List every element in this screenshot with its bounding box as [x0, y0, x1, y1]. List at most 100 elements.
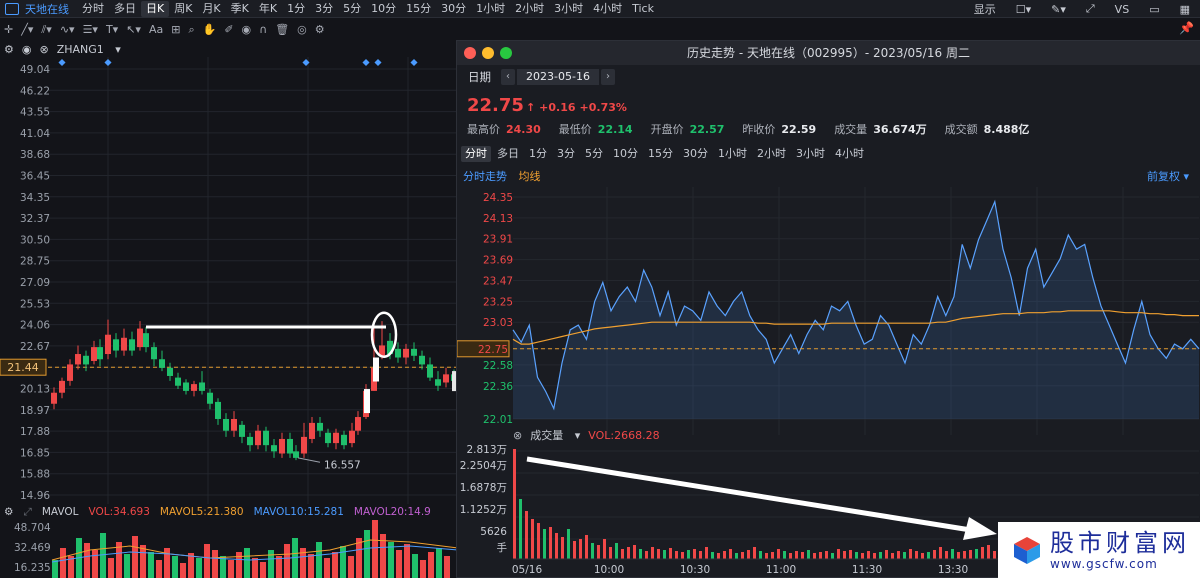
wave-icon[interactable]: ∿▾ [60, 23, 75, 36]
period-tab[interactable]: 15分 [401, 1, 436, 17]
volume-bar [108, 558, 114, 578]
volume-chart[interactable]: 48.704 32.469 16.235 [0, 520, 460, 578]
period-tab[interactable]: 30分 [436, 1, 471, 17]
popup-volume-bar [675, 551, 678, 559]
intraday-tab[interactable]: 3小时 [792, 146, 829, 162]
mavol-selector[interactable]: MAVOL [42, 506, 79, 518]
period-tab[interactable]: 季K [226, 1, 254, 17]
period-tab[interactable]: 日K [141, 0, 170, 17]
period-tab[interactable]: 2小时 [510, 1, 549, 17]
popup-volume-bar [531, 519, 534, 559]
candle-body [83, 355, 89, 365]
intraday-tab[interactable]: 4小时 [831, 146, 868, 162]
period-tab[interactable]: 1分 [282, 1, 310, 17]
volume-bar [364, 530, 370, 578]
volume-bar [148, 552, 154, 578]
display-menu[interactable]: 显示 [974, 1, 996, 17]
measure-icon[interactable]: ⊞ [171, 23, 180, 36]
magnet-icon[interactable]: ∩ [259, 23, 267, 36]
close-icon[interactable]: ⊗ [39, 43, 48, 56]
pen-icon[interactable]: ✎▾ [1051, 3, 1066, 16]
indicator-selector[interactable]: ZHANG1 ▾ [57, 43, 121, 56]
gear-icon[interactable]: ⚙ [4, 506, 13, 518]
intraday-tab[interactable]: 30分 [679, 146, 712, 162]
sync-icon[interactable]: ◎ [297, 23, 307, 36]
prev-date-button[interactable]: ‹ [501, 69, 515, 85]
period-tab[interactable]: 分时 [77, 1, 109, 17]
text-tool-icon[interactable]: T▾ [106, 23, 118, 36]
y-tick-label: 14.96 [20, 490, 50, 502]
popup-volume-bar [963, 551, 966, 559]
volume-bar [220, 556, 226, 578]
popup-volume-bar [987, 545, 990, 559]
intraday-tab[interactable]: 分时 [461, 146, 491, 162]
adjust-selector[interactable]: 前复权 ▾ [1147, 168, 1189, 184]
time-axis-label: 10:00 [594, 564, 624, 576]
arrow-icon[interactable]: ↖▾ [126, 23, 141, 36]
kline-chart[interactable]: 49.04 46.22 43.55 41.04 38.68 36.45 34.35 32.37… [0, 57, 460, 504]
compare-vs-button[interactable]: VS [1115, 3, 1130, 16]
period-tab[interactable]: 年K [254, 1, 282, 17]
hand-icon[interactable]: ✋ [203, 23, 217, 36]
history-popup-window: 历史走势 - 天地在线（002995）- 2023/05/16 周二 日期 ‹ … [456, 40, 1200, 578]
period-tab[interactable]: 4小时 [588, 1, 627, 17]
channel-icon[interactable]: ⫽▾ [41, 23, 51, 37]
window-icon[interactable]: ▭ [1149, 3, 1159, 16]
volume-bar [180, 563, 186, 578]
eye-icon[interactable]: ◉ [242, 23, 252, 36]
period-tab[interactable]: 3分 [310, 1, 338, 17]
period-tab[interactable]: 1小时 [471, 1, 510, 17]
period-tab[interactable]: 周K [169, 1, 197, 17]
sidebar-toggle-icon[interactable] [5, 2, 19, 15]
expand-icon[interactable]: ⤢ [23, 506, 31, 519]
font-button[interactable]: Aa [149, 23, 163, 36]
popup-volume-bar [633, 545, 636, 559]
intraday-tab[interactable]: 1分 [525, 146, 551, 162]
intraday-y-tick: 22.58 [483, 360, 513, 372]
date-field[interactable]: 2023-05-16 [517, 69, 599, 85]
intraday-tab[interactable]: 2小时 [753, 146, 790, 162]
intraday-chart[interactable]: 24.35 24.13 23.91 23.69 23.47 23.25 23.03 22.58… [457, 187, 1200, 435]
gear-icon[interactable]: ⚙ [4, 43, 14, 56]
volume-bar [276, 556, 282, 578]
volume-bar [340, 546, 346, 578]
next-date-button[interactable]: › [601, 69, 615, 85]
trash-icon[interactable]: 🗑 [275, 23, 289, 36]
intraday-tab[interactable]: 15分 [644, 146, 677, 162]
stock-name[interactable]: 天地在线 [25, 1, 69, 17]
candle-body [137, 328, 143, 348]
watermark-text: 股市财富网 [1050, 529, 1190, 557]
record-icon[interactable]: ◉ [22, 43, 32, 56]
fib-icon[interactable]: ☰▾ [83, 23, 98, 36]
settings-icon[interactable]: ⚙ [315, 23, 325, 36]
intraday-tab[interactable]: 3分 [553, 146, 579, 162]
pin-icon[interactable]: 📌 [1179, 21, 1194, 35]
intraday-tab[interactable]: 10分 [609, 146, 642, 162]
period-tab[interactable]: 5分 [338, 1, 366, 17]
checkbox-icon[interactable]: ☐▾ [1016, 3, 1031, 16]
popup-volume-bar [807, 550, 810, 559]
period-tab[interactable]: 10分 [366, 1, 401, 17]
intraday-tab[interactable]: 1小时 [714, 146, 751, 162]
intraday-tab[interactable]: 多日 [493, 146, 523, 162]
brush-icon[interactable]: ✐ [224, 23, 233, 36]
zoom-icon[interactable]: ⌕ [188, 23, 194, 37]
period-tab[interactable]: 3小时 [549, 1, 588, 17]
popup-volume-bar [927, 552, 930, 559]
period-tab[interactable]: 月K [197, 1, 225, 17]
period-tab[interactable]: 多日 [109, 1, 141, 17]
mavol10-value: MAVOL10:15.281 [253, 506, 344, 518]
close-icon[interactable]: ⊗ [513, 429, 522, 442]
stat-value: 22.14 [597, 122, 633, 136]
trendline-icon[interactable]: ╱▾ [21, 23, 33, 36]
popup-volume-bar [861, 553, 864, 559]
layout-icon[interactable]: ▦ [1180, 3, 1190, 16]
popup-volume-bar [777, 549, 780, 559]
intraday-tab[interactable]: 5分 [581, 146, 607, 162]
crosshair-icon[interactable]: ✛ [4, 23, 13, 36]
y-tick-label: 16.85 [20, 447, 50, 459]
popup-vol-tick: 1.6878万 [460, 482, 507, 494]
expand-icon[interactable]: ⤢ [1086, 2, 1095, 16]
up-arrow-icon: ↑ [525, 101, 536, 114]
period-tab[interactable]: Tick [627, 1, 659, 17]
